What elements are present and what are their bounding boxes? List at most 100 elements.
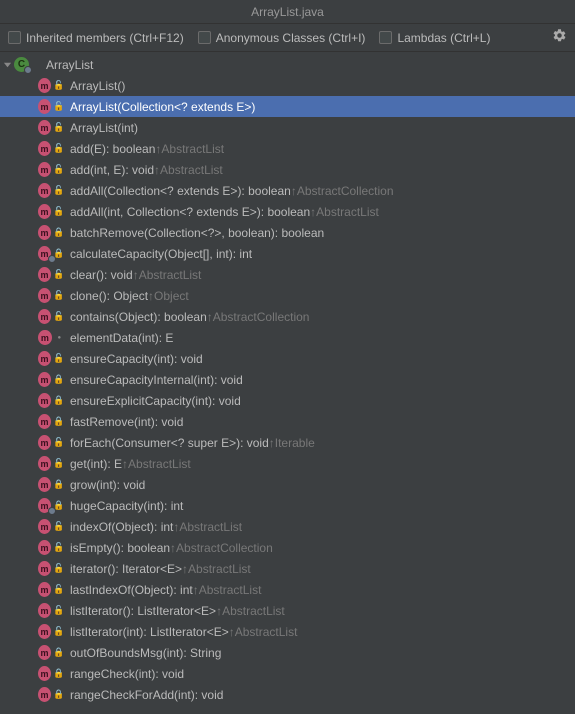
member-row[interactable]: m🔓iterator(): Iterator<E> ↑AbstractList <box>0 558 575 579</box>
member-signature: ensureCapacity(int): void <box>70 352 203 366</box>
method-icon: m <box>38 477 51 492</box>
window-title: ArrayList.java <box>251 5 324 19</box>
member-row[interactable]: m🔒ensureExplicitCapacity(int): void <box>0 390 575 411</box>
lock-icon: 🔒 <box>55 689 63 700</box>
member-row[interactable]: m🔒outOfBoundsMsg(int): String <box>0 642 575 663</box>
lock-icon: 🔒 <box>55 248 63 259</box>
member-row[interactable]: m🔓listIterator(int): ListIterator<E> ↑Ab… <box>0 621 575 642</box>
method-badge-wrap: m🔓 <box>38 435 65 450</box>
member-row[interactable]: m● elementData(int): E <box>0 327 575 348</box>
unlock-icon: 🔓 <box>55 521 63 532</box>
member-signature: contains(Object): boolean <box>70 310 207 324</box>
unlock-icon: 🔓 <box>55 563 63 574</box>
lock-icon: 🔒 <box>55 500 63 511</box>
lambdas-label: Lambdas (Ctrl+L) <box>397 31 490 45</box>
method-badge-wrap: m🔓 <box>38 582 65 597</box>
member-row[interactable]: m🔒batchRemove(Collection<?>, boolean): b… <box>0 222 575 243</box>
method-icon: m <box>38 666 51 681</box>
member-row[interactable]: m🔓ArrayList() <box>0 75 575 96</box>
unlock-icon: 🔓 <box>55 311 63 322</box>
inherited-from: ↑AbstractCollection <box>291 184 394 198</box>
method-badge-wrap: m🔓 <box>38 519 65 534</box>
method-icon: m <box>38 414 51 429</box>
member-row[interactable]: m🔓clone(): Object ↑Object <box>0 285 575 306</box>
member-row[interactable]: m🔓addAll(Collection<? extends E>): boole… <box>0 180 575 201</box>
unlock-icon: 🔓 <box>55 437 63 448</box>
checkbox-icon <box>198 31 211 44</box>
member-row[interactable]: m🔓indexOf(Object): int ↑AbstractList <box>0 516 575 537</box>
method-icon: m <box>38 225 51 240</box>
method-badge-wrap: m🔓 <box>38 141 65 156</box>
method-badge-wrap: m🔓 <box>38 456 65 471</box>
inherited-checkbox-row[interactable]: Inherited members (Ctrl+F12) <box>8 31 184 45</box>
member-row[interactable]: m🔒fastRemove(int): void <box>0 411 575 432</box>
lambdas-checkbox-row[interactable]: Lambdas (Ctrl+L) <box>379 31 490 45</box>
class-name-label: ArrayList <box>46 58 93 72</box>
method-icon: m <box>38 309 51 324</box>
gear-icon[interactable] <box>552 28 567 47</box>
method-badge-wrap: m🔒 <box>38 372 65 387</box>
unlock-icon: 🔓 <box>55 605 63 616</box>
class-row[interactable]: C ArrayList <box>0 54 575 75</box>
member-row[interactable]: m🔓lastIndexOf(Object): int ↑AbstractList <box>0 579 575 600</box>
method-badge-wrap: m🔒 <box>38 477 65 492</box>
lock-icon: 🔒 <box>55 647 63 658</box>
member-row[interactable]: m🔓ArrayList(int) <box>0 117 575 138</box>
member-row[interactable]: m🔓ensureCapacity(int): void <box>0 348 575 369</box>
inherited-from: ↑AbstractList <box>310 205 379 219</box>
member-signature: ArrayList(Collection<? extends E>) <box>70 100 255 114</box>
member-signature: clear(): void <box>70 268 133 282</box>
method-badge-wrap: m🔒 <box>38 225 65 240</box>
chevron-down-icon[interactable] <box>2 60 12 70</box>
method-icon: m <box>38 603 51 618</box>
member-row[interactable]: m🔒 hugeCapacity(int): int <box>0 495 575 516</box>
inherited-from: ↑AbstractCollection <box>170 541 273 555</box>
static-overlay-icon <box>48 507 56 515</box>
lock-icon: 🔒 <box>55 479 63 490</box>
unlock-icon: 🔓 <box>55 101 63 112</box>
member-row[interactable]: m🔓 get(int): E ↑AbstractList <box>0 453 575 474</box>
lock-icon: 🔒 <box>55 227 63 238</box>
method-icon: m <box>38 687 51 702</box>
member-signature: add(E): boolean <box>70 142 155 156</box>
member-row[interactable]: m🔒calculateCapacity(Object[], int): int <box>0 243 575 264</box>
method-icon: m <box>38 267 51 282</box>
method-badge-wrap: m● <box>38 330 65 345</box>
member-signature: hugeCapacity(int): int <box>70 499 183 513</box>
member-row[interactable]: m🔒rangeCheckForAdd(int): void <box>0 684 575 705</box>
inherited-from: ↑AbstractList <box>216 604 285 618</box>
unlock-icon: 🔓 <box>55 584 63 595</box>
title-bar: ArrayList.java <box>0 0 575 24</box>
member-row[interactable]: m🔓 addAll(int, Collection<? extends E>): … <box>0 201 575 222</box>
unlock-icon: 🔓 <box>55 122 63 133</box>
member-row[interactable]: m🔓contains(Object): boolean ↑AbstractCol… <box>0 306 575 327</box>
member-signature: addAll(int, Collection<? extends E>): bo… <box>70 205 310 219</box>
member-signature: grow(int): void <box>70 478 145 492</box>
anonymous-checkbox-row[interactable]: Anonymous Classes (Ctrl+I) <box>198 31 366 45</box>
method-badge-wrap: m🔓 <box>38 540 65 555</box>
member-signature: elementData(int): E <box>70 331 173 345</box>
unlock-icon: 🔓 <box>55 206 63 217</box>
member-row[interactable]: m🔓add(int, E): void ↑AbstractList <box>0 159 575 180</box>
member-row[interactable]: m🔓forEach(Consumer<? super E>): void ↑It… <box>0 432 575 453</box>
inherited-from: ↑Iterable <box>269 436 315 450</box>
member-row[interactable]: m🔓isEmpty(): boolean ↑AbstractCollection <box>0 537 575 558</box>
lock-icon: 🔒 <box>55 395 63 406</box>
member-row[interactable]: m🔓add(E): boolean ↑AbstractList <box>0 138 575 159</box>
member-signature: lastIndexOf(Object): int <box>70 583 193 597</box>
lock-icon: 🔒 <box>55 668 63 679</box>
method-icon: m <box>38 183 51 198</box>
member-row[interactable]: m🔓listIterator(): ListIterator<E> ↑Abstr… <box>0 600 575 621</box>
inherited-from: ↑AbstractList <box>122 457 191 471</box>
member-row[interactable]: m🔒ensureCapacityInternal(int): void <box>0 369 575 390</box>
member-row[interactable]: m🔓clear(): void ↑AbstractList <box>0 264 575 285</box>
member-signature: get(int): E <box>70 457 122 471</box>
inherited-from: ↑AbstractList <box>154 163 223 177</box>
member-row[interactable]: m🔒grow(int): void <box>0 474 575 495</box>
method-badge-wrap: m🔓 <box>38 204 65 219</box>
package-visibility-icon: ● <box>56 335 63 341</box>
method-badge-wrap: m🔒 <box>38 498 65 513</box>
member-row[interactable]: m🔒rangeCheck(int): void <box>0 663 575 684</box>
member-row[interactable]: m🔓ArrayList(Collection<? extends E>) <box>0 96 575 117</box>
checkbox-icon <box>8 31 21 44</box>
